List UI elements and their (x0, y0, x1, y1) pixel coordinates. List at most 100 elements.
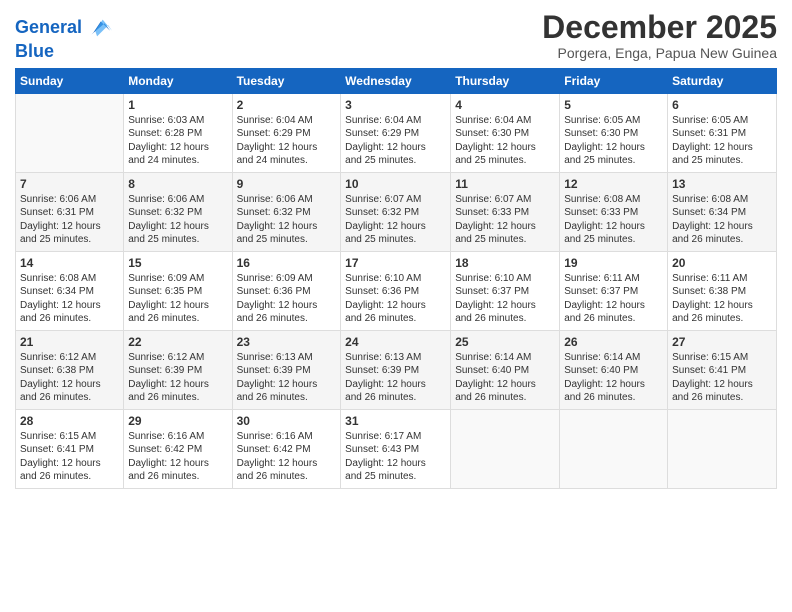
day-info: Sunrise: 6:06 AMSunset: 6:31 PMDaylight:… (20, 193, 119, 247)
calendar-day-cell: 19Sunrise: 6:11 AMSunset: 6:37 PMDayligh… (560, 251, 668, 330)
day-number: 1 (128, 98, 227, 112)
day-info-line: Daylight: 12 hours (345, 220, 446, 234)
day-number: 31 (345, 414, 446, 428)
day-info-line: Sunset: 6:37 PM (564, 285, 663, 299)
day-info-line: Sunset: 6:33 PM (564, 206, 663, 220)
day-number: 25 (455, 335, 555, 349)
day-info-line: and 25 minutes. (345, 154, 446, 168)
day-info-line: Sunrise: 6:14 AM (564, 351, 663, 365)
day-info: Sunrise: 6:14 AMSunset: 6:40 PMDaylight:… (455, 351, 555, 405)
header-saturday: Saturday (668, 68, 777, 93)
day-info-line: and 26 minutes. (455, 312, 555, 326)
day-number: 18 (455, 256, 555, 270)
day-info-line: Sunset: 6:40 PM (455, 364, 555, 378)
day-info-line: Sunrise: 6:04 AM (237, 114, 337, 128)
day-info-line: Daylight: 12 hours (455, 299, 555, 313)
day-info-line: Daylight: 12 hours (564, 378, 663, 392)
day-info-line: Sunrise: 6:06 AM (128, 193, 227, 207)
calendar-week-row: 14Sunrise: 6:08 AMSunset: 6:34 PMDayligh… (16, 251, 777, 330)
day-info-line: Sunrise: 6:03 AM (128, 114, 227, 128)
day-info-line: Sunrise: 6:13 AM (237, 351, 337, 365)
calendar-day-cell (668, 409, 777, 488)
day-info-line: Daylight: 12 hours (672, 378, 772, 392)
day-info-line: Sunrise: 6:15 AM (672, 351, 772, 365)
calendar-day-cell: 1Sunrise: 6:03 AMSunset: 6:28 PMDaylight… (124, 93, 232, 172)
day-info-line: and 26 minutes. (564, 312, 663, 326)
day-info-line: Daylight: 12 hours (237, 220, 337, 234)
day-info-line: Sunrise: 6:15 AM (20, 430, 119, 444)
day-info-line: Sunset: 6:42 PM (237, 443, 337, 457)
logo-icon (84, 14, 112, 42)
day-info-line: Daylight: 12 hours (128, 299, 227, 313)
day-info-line: and 26 minutes. (128, 470, 227, 484)
day-info-line: Sunset: 6:33 PM (455, 206, 555, 220)
day-number: 21 (20, 335, 119, 349)
calendar-day-cell: 11Sunrise: 6:07 AMSunset: 6:33 PMDayligh… (451, 172, 560, 251)
day-info-line: Sunset: 6:42 PM (128, 443, 227, 457)
day-info-line: and 26 minutes. (20, 391, 119, 405)
header-friday: Friday (560, 68, 668, 93)
day-number: 16 (237, 256, 337, 270)
calendar-day-cell: 15Sunrise: 6:09 AMSunset: 6:35 PMDayligh… (124, 251, 232, 330)
day-info-line: and 25 minutes. (564, 233, 663, 247)
calendar-day-cell: 9Sunrise: 6:06 AMSunset: 6:32 PMDaylight… (232, 172, 341, 251)
day-number: 12 (564, 177, 663, 191)
calendar-day-cell: 29Sunrise: 6:16 AMSunset: 6:42 PMDayligh… (124, 409, 232, 488)
day-info-line: Sunrise: 6:13 AM (345, 351, 446, 365)
calendar-day-cell: 8Sunrise: 6:06 AMSunset: 6:32 PMDaylight… (124, 172, 232, 251)
day-info-line: and 26 minutes. (564, 391, 663, 405)
logo-blue: Blue (15, 42, 112, 62)
day-info-line: Daylight: 12 hours (564, 141, 663, 155)
day-info: Sunrise: 6:04 AMSunset: 6:29 PMDaylight:… (237, 114, 337, 168)
location-subtitle: Porgera, Enga, Papua New Guinea (542, 45, 777, 61)
day-info-line: Daylight: 12 hours (237, 141, 337, 155)
month-year-title: December 2025 (542, 10, 777, 45)
day-info-line: Sunset: 6:43 PM (345, 443, 446, 457)
calendar-day-cell (16, 93, 124, 172)
day-info-line: Daylight: 12 hours (564, 299, 663, 313)
day-info: Sunrise: 6:04 AMSunset: 6:30 PMDaylight:… (455, 114, 555, 168)
day-info: Sunrise: 6:10 AMSunset: 6:37 PMDaylight:… (455, 272, 555, 326)
day-info: Sunrise: 6:16 AMSunset: 6:42 PMDaylight:… (237, 430, 337, 484)
day-info-line: and 25 minutes. (128, 233, 227, 247)
day-info-line: Daylight: 12 hours (20, 220, 119, 234)
day-info-line: and 26 minutes. (237, 470, 337, 484)
day-info-line: Sunset: 6:39 PM (237, 364, 337, 378)
day-info-line: Sunrise: 6:08 AM (672, 193, 772, 207)
calendar-day-cell: 27Sunrise: 6:15 AMSunset: 6:41 PMDayligh… (668, 330, 777, 409)
day-info: Sunrise: 6:13 AMSunset: 6:39 PMDaylight:… (345, 351, 446, 405)
day-info-line: Sunset: 6:30 PM (564, 127, 663, 141)
day-info-line: and 26 minutes. (20, 312, 119, 326)
day-info-line: Sunrise: 6:11 AM (564, 272, 663, 286)
day-info-line: and 26 minutes. (128, 312, 227, 326)
calendar-day-cell: 2Sunrise: 6:04 AMSunset: 6:29 PMDaylight… (232, 93, 341, 172)
day-info: Sunrise: 6:13 AMSunset: 6:39 PMDaylight:… (237, 351, 337, 405)
day-info-line: Sunrise: 6:14 AM (455, 351, 555, 365)
day-info-line: Daylight: 12 hours (128, 220, 227, 234)
logo-text: General (15, 18, 82, 38)
day-info-line: Sunset: 6:35 PM (128, 285, 227, 299)
day-info-line: Sunset: 6:39 PM (345, 364, 446, 378)
day-info-line: Sunrise: 6:12 AM (128, 351, 227, 365)
day-number: 11 (455, 177, 555, 191)
day-info-line: and 26 minutes. (672, 391, 772, 405)
logo-general: General (15, 17, 82, 37)
day-info: Sunrise: 6:09 AMSunset: 6:36 PMDaylight:… (237, 272, 337, 326)
day-number: 5 (564, 98, 663, 112)
day-number: 13 (672, 177, 772, 191)
day-info-line: Daylight: 12 hours (455, 141, 555, 155)
calendar-day-cell: 5Sunrise: 6:05 AMSunset: 6:30 PMDaylight… (560, 93, 668, 172)
day-number: 15 (128, 256, 227, 270)
day-info-line: Sunset: 6:39 PM (128, 364, 227, 378)
day-number: 10 (345, 177, 446, 191)
day-info-line: Sunset: 6:31 PM (20, 206, 119, 220)
day-info-line: and 26 minutes. (672, 233, 772, 247)
day-info-line: Daylight: 12 hours (20, 299, 119, 313)
calendar-day-cell: 22Sunrise: 6:12 AMSunset: 6:39 PMDayligh… (124, 330, 232, 409)
day-number: 20 (672, 256, 772, 270)
day-info-line: and 26 minutes. (672, 312, 772, 326)
calendar-day-cell: 7Sunrise: 6:06 AMSunset: 6:31 PMDaylight… (16, 172, 124, 251)
day-info-line: and 26 minutes. (20, 470, 119, 484)
day-info-line: Sunset: 6:40 PM (564, 364, 663, 378)
day-info-line: Sunset: 6:29 PM (345, 127, 446, 141)
